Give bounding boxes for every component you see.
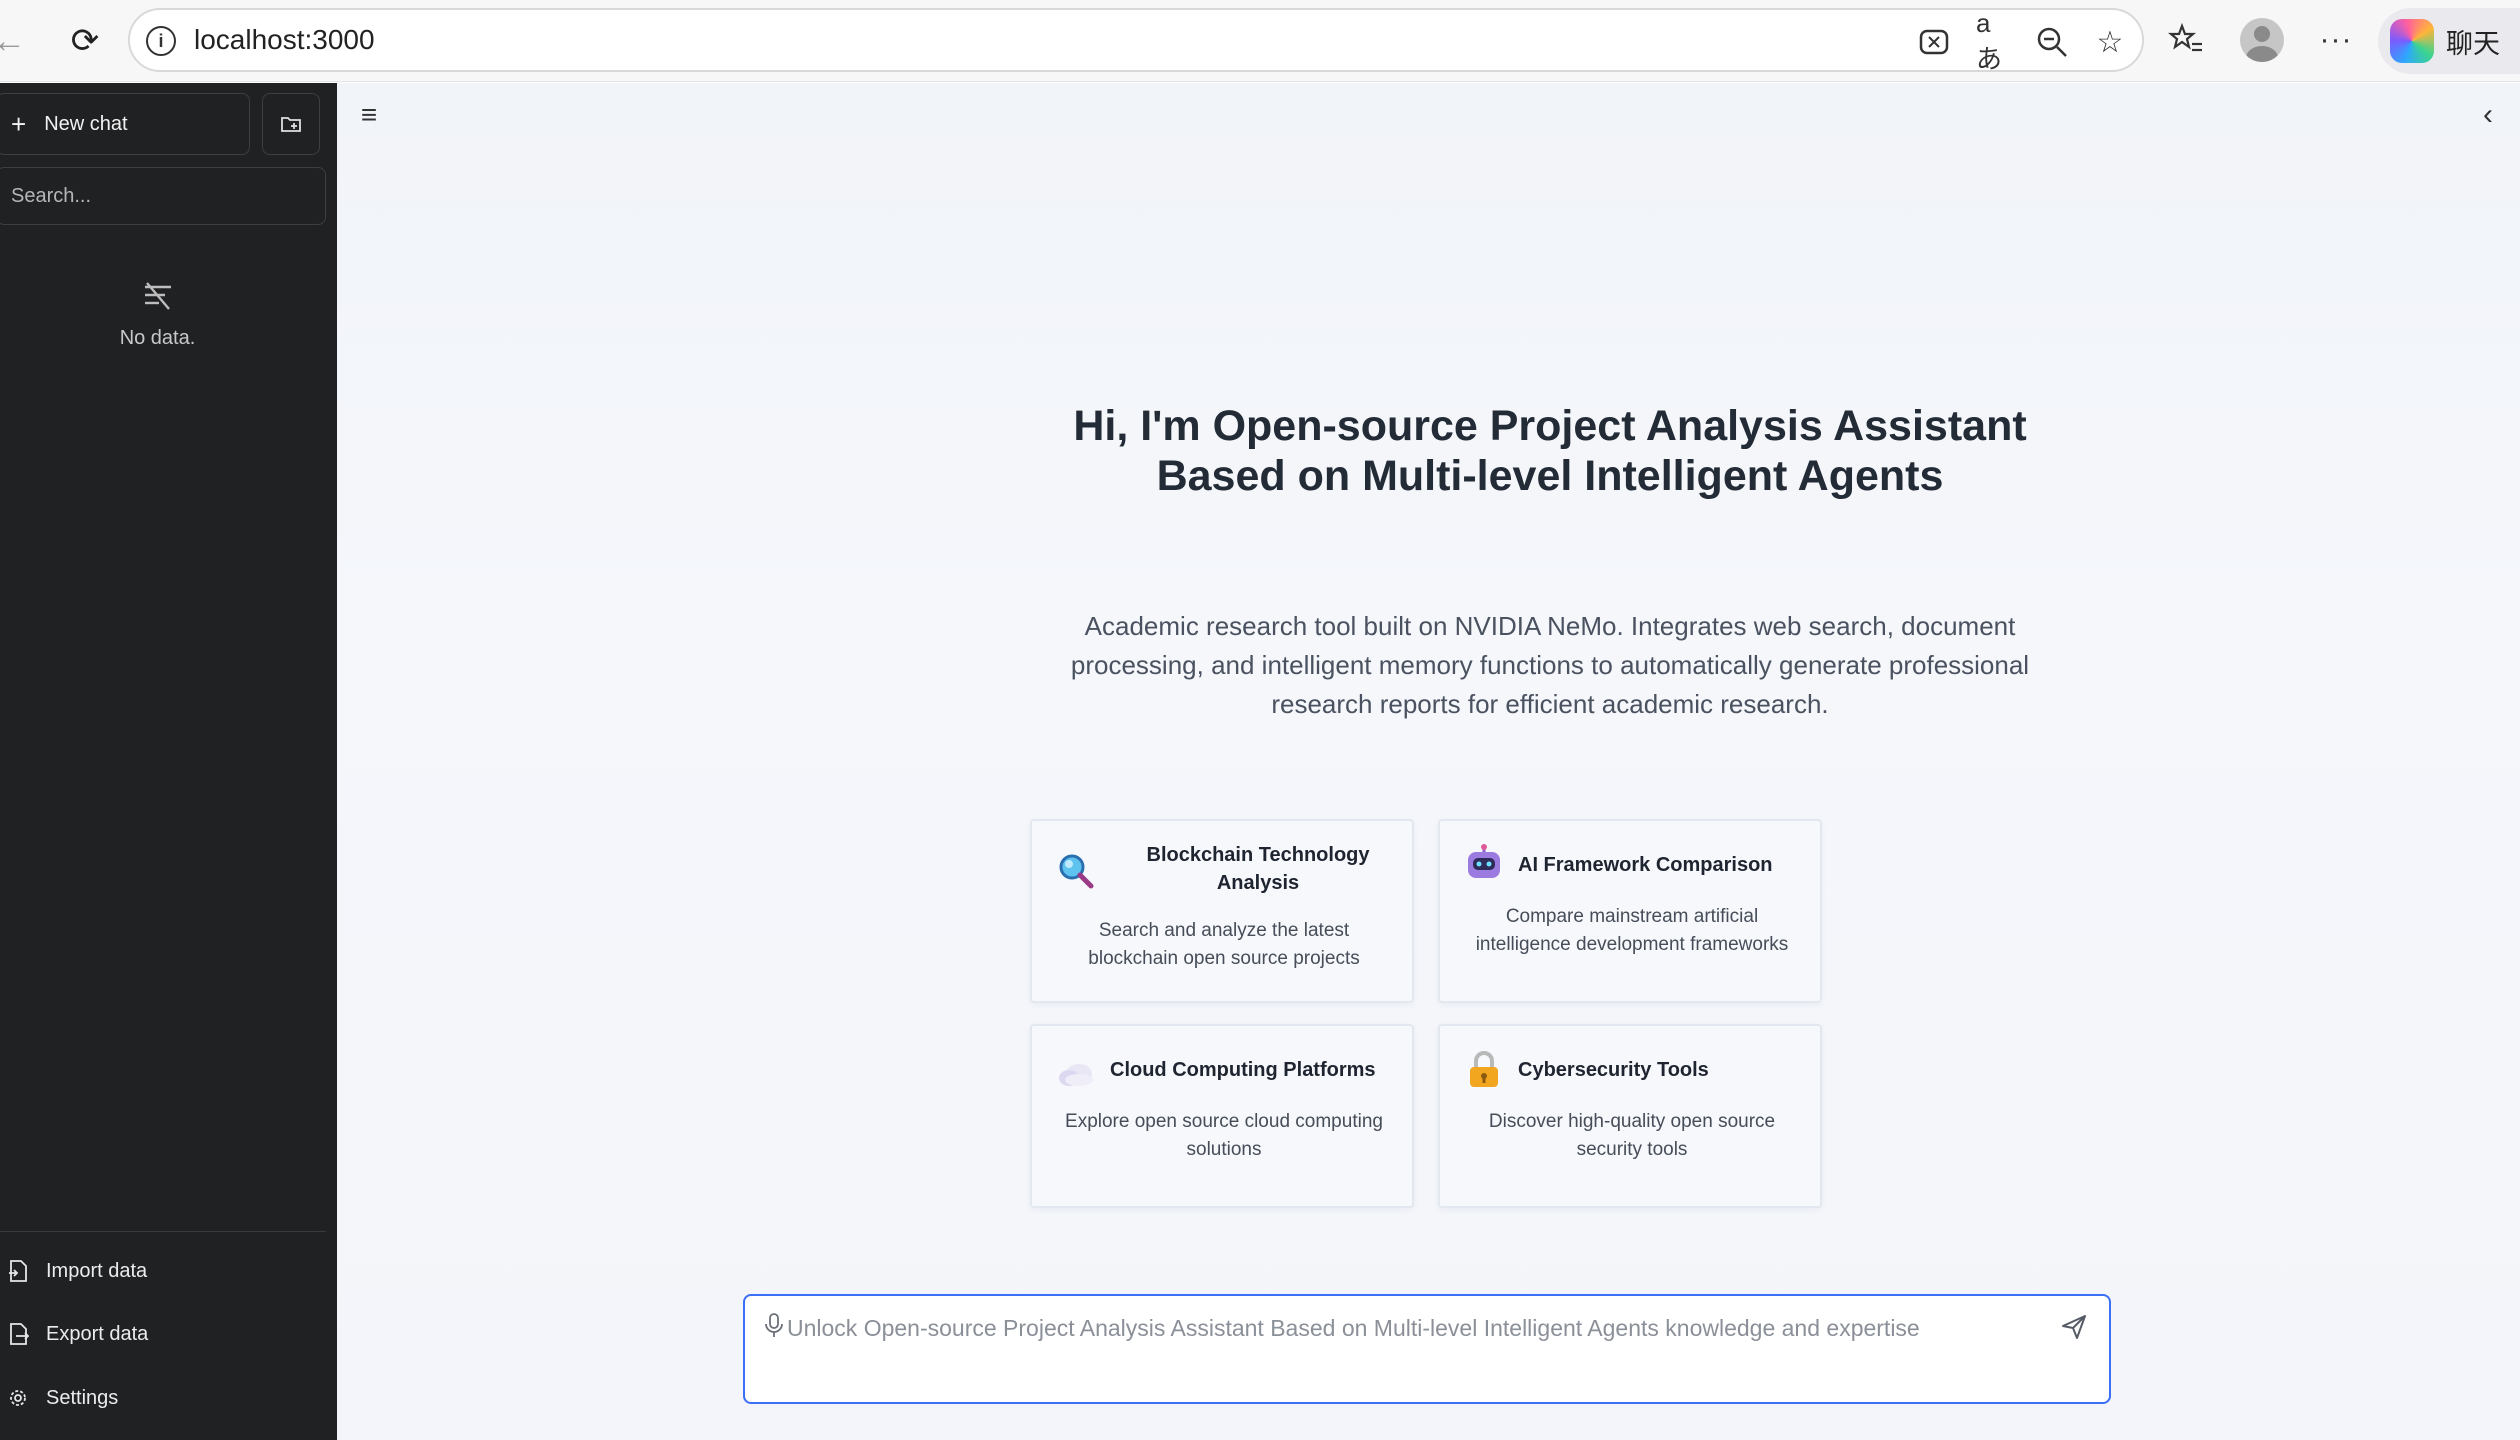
import-file-icon — [6, 1259, 30, 1283]
browser-toolbar: ← ⟳ i localhost:3000 aあ ☆ ··· 聊天 — [0, 0, 2520, 82]
export-file-icon — [6, 1322, 30, 1346]
import-data-button[interactable]: Import data — [6, 1247, 306, 1295]
reload-icon[interactable]: ⟳ — [62, 18, 108, 64]
profile-avatar[interactable] — [2240, 18, 2284, 62]
card-description: Explore open source cloud computing solu… — [1065, 1111, 1383, 1160]
chevron-left-icon[interactable]: ‹ — [2470, 97, 2506, 133]
more-options-icon[interactable]: ··· — [2316, 20, 2356, 60]
hamburger-menu-icon[interactable]: ≡ — [351, 97, 387, 133]
folder-plus-icon — [281, 117, 301, 132]
plus-icon: + — [11, 108, 27, 139]
page-subtitle: Academic research tool built on NVIDIA N… — [1070, 611, 2030, 719]
empty-state: No data. — [0, 279, 315, 350]
card-description: Search and analyze the latest blockchain… — [1088, 920, 1360, 969]
export-data-label: Export data — [46, 1322, 149, 1345]
cloud-icon — [1056, 1054, 1096, 1094]
new-chat-label: New chat — [44, 112, 128, 135]
back-arrow-icon[interactable]: ← — [0, 18, 32, 64]
send-button[interactable] — [2057, 1310, 2091, 1344]
no-data-icon — [144, 282, 171, 310]
export-data-button[interactable]: Export data — [6, 1310, 306, 1358]
suggestion-card-ai-framework[interactable]: AI Framework Comparison Compare mainstre… — [1438, 819, 1822, 1003]
card-title: Cloud Computing Platforms — [1110, 1059, 1376, 1081]
new-folder-button[interactable] — [262, 93, 320, 155]
card-title: Blockchain Technology Analysis — [1146, 844, 1370, 894]
zoom-out-icon[interactable] — [2034, 24, 2070, 60]
microphone-icon[interactable] — [763, 1312, 785, 1340]
magnifier-icon — [1056, 851, 1096, 891]
suggestion-card-cybersecurity[interactable]: Cybersecurity Tools Discover high-qualit… — [1438, 1024, 1822, 1208]
page-title: Hi, I'm Open-source Project Analysis Ass… — [1073, 402, 2027, 500]
settings-button[interactable]: Settings — [6, 1374, 306, 1422]
favorite-star-icon[interactable]: ☆ — [2092, 24, 2128, 60]
favorites-icon[interactable] — [2166, 20, 2206, 60]
card-title: AI Framework Comparison — [1518, 854, 1773, 876]
address-bar[interactable]: i localhost:3000 aあ ☆ — [128, 8, 2144, 74]
avatar-body — [2246, 46, 2278, 62]
card-description: Compare mainstream artificial intelligen… — [1475, 906, 1789, 955]
card-description: Discover high-quality open source securi… — [1488, 1111, 1776, 1160]
import-data-label: Import data — [46, 1259, 148, 1282]
send-icon — [2062, 1315, 2086, 1339]
sidebar: + New chat No data. Import data Export d… — [0, 83, 337, 1440]
empty-state-text: No data. — [119, 327, 196, 349]
card-title: Cybersecurity Tools — [1518, 1059, 1709, 1081]
gear-icon — [6, 1386, 30, 1410]
copilot-chat-label: 聊天 — [2446, 28, 2500, 59]
robot-icon — [1464, 843, 1504, 883]
new-chat-button[interactable]: + New chat — [0, 93, 250, 155]
main-panel: ≡ ‹ Hi, I'm Open-source Project Analysis… — [337, 83, 2520, 1440]
avatar-head — [2254, 26, 2270, 42]
sidebar-divider — [0, 1231, 326, 1232]
address-url[interactable]: localhost:3000 — [194, 24, 375, 56]
chat-input-box[interactable] — [743, 1294, 2111, 1404]
copilot-chat-button[interactable]: 聊天 — [2378, 8, 2520, 74]
suggestion-card-cloud[interactable]: Cloud Computing Platforms Explore open s… — [1030, 1024, 1414, 1208]
lock-icon — [1464, 1050, 1504, 1090]
translate-icon[interactable]: aあ — [1976, 8, 2012, 74]
site-info-icon[interactable]: i — [146, 26, 176, 56]
settings-label: Settings — [46, 1386, 119, 1409]
conversation-search-input[interactable] — [0, 167, 326, 225]
chat-input[interactable] — [785, 1312, 2025, 1344]
copilot-logo-icon — [2390, 19, 2434, 63]
immersive-reader-icon[interactable] — [1916, 24, 1952, 60]
suggestion-card-blockchain[interactable]: Blockchain Technology Analysis Search an… — [1030, 819, 1414, 1003]
